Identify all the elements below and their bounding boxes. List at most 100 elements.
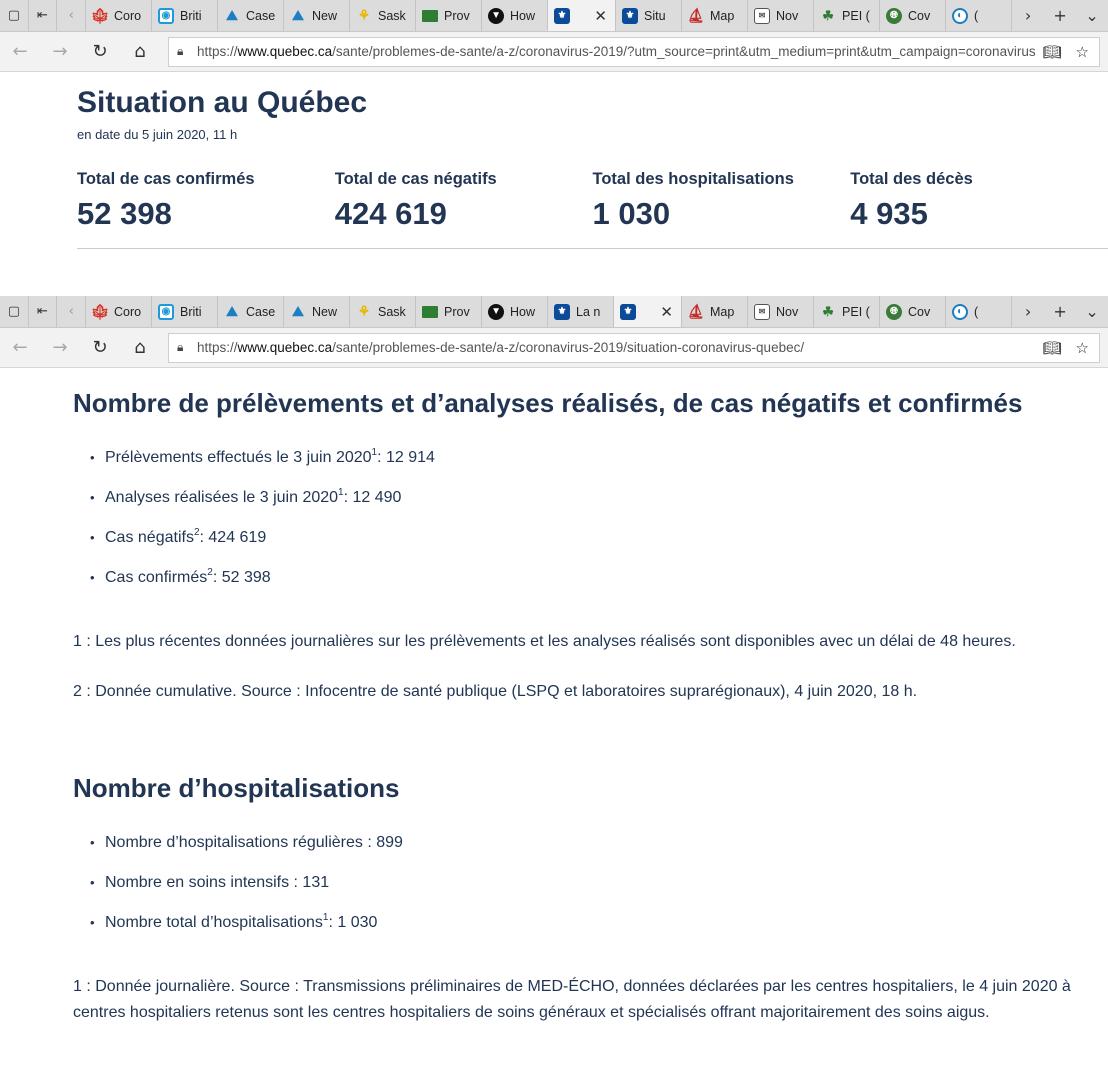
set-aside-tabs-icon[interactable]: ⇤ [29, 0, 58, 31]
stat-deaths: Total des décès 4 935 [850, 170, 1108, 232]
back-arrow-icon[interactable]: ← [0, 328, 40, 368]
favorite-star-icon[interactable]: ☆ [1076, 339, 1089, 357]
tab-list-chevron-down-icon[interactable]: ⌄ [1076, 6, 1108, 25]
ontario-icon: ▼ [488, 303, 505, 320]
tab-strip: 🍁︎ Coro ◉ Briti ⛰︎ Case ⛰︎ New ⚘ Sask Prov ▼ How ⚜ ✕ ⚜ S… [86, 0, 1013, 31]
tab[interactable]: ⛰︎ New [284, 296, 351, 327]
back-arrow-icon[interactable]: ← [0, 32, 40, 72]
tab[interactable]: ⛵︎ Map [682, 0, 749, 31]
pei-icon: ☘ [822, 7, 834, 23]
tab[interactable]: ☘ PEI ( [814, 296, 881, 327]
list-item: • Analyses réalisées le 3 juin 2020 1 : 12… [90, 487, 402, 506]
home-icon[interactable]: ⌂ [120, 328, 160, 368]
tab[interactable]: ⛰︎ Case [218, 0, 285, 31]
tab[interactable]: ⛵︎ Map [682, 296, 749, 327]
tab-list-chevron-down-icon[interactable]: ⌄ [1076, 302, 1108, 321]
new-brunswick-icon: ⛵︎ [687, 303, 705, 319]
situation-details-page: Nombre de prélèvements et d’analyses réa… [0, 368, 1108, 1080]
lock-icon: 🔒︎ [177, 340, 184, 354]
tab[interactable]: Prov [416, 296, 483, 327]
new-tab-icon[interactable]: + [1044, 6, 1076, 25]
list-item: • Nombre en soins intensifs : 131 [90, 874, 330, 891]
tab[interactable]: 🌐︎ Cov [880, 0, 947, 31]
tab[interactable]: ▼ How [482, 296, 549, 327]
tab[interactable]: ⚜ La n [548, 296, 615, 327]
scroll-tabs-left-icon[interactable]: ‹ [57, 296, 87, 327]
tab-label: How [510, 304, 536, 319]
url-input[interactable]: 🔒︎ https://www.quebec.ca/sante/problemes… [168, 36, 1100, 67]
alberta-icon: ⛰︎ [292, 303, 304, 319]
tab-label: Briti [180, 8, 202, 23]
quebec-fleurdelis-icon: ⚜ [554, 303, 571, 320]
close-tab-icon[interactable]: ✕ [660, 303, 673, 321]
globe-icon: 🌐︎ [886, 303, 903, 320]
scroll-tabs-right-icon[interactable]: › [1012, 302, 1044, 321]
tab[interactable]: ☘ PEI ( [814, 0, 881, 31]
tab-label: Cov [908, 8, 931, 23]
tab-label: New [312, 304, 338, 319]
globe-icon: 🌐︎ [886, 7, 903, 24]
tab-label: La n [576, 304, 601, 319]
tab-bar-window-2: ▢ ⇤ ‹ 🍁︎ Coro ◉ Briti ⛰︎ Case ⛰︎ New ⚘ Sask Prov ▼ H… [0, 296, 1108, 328]
quebec-fleurdelis-icon: ⚜ [622, 7, 639, 24]
manitoba-icon [422, 305, 439, 318]
reading-view-icon[interactable]: 📖︎ [1043, 43, 1062, 61]
tab[interactable]: ⛰︎ New [284, 0, 351, 31]
page-title: Situation au Québec [77, 86, 368, 119]
tab[interactable]: ⚜ ✕ [548, 0, 617, 31]
forward-arrow-icon[interactable]: → [40, 328, 80, 368]
footnote-hosp-line-1: 1 : Donnée journalière. Source : Transmi… [73, 978, 1071, 995]
new-tab-icon[interactable]: + [1044, 302, 1076, 321]
tab[interactable]: ⚜ Situ [616, 0, 683, 31]
reading-view-icon[interactable]: 📖︎ [1043, 339, 1062, 357]
refresh-icon[interactable]: ↻ [80, 32, 120, 72]
tab[interactable]: 🌐︎ Cov [880, 296, 947, 327]
tab-label: Nov [776, 8, 799, 23]
tab-strip: 🍁︎ Coro ◉ Briti ⛰︎ Case ⛰︎ New ⚘ Sask Prov ▼ How ⚜ La … [86, 296, 1013, 327]
forward-arrow-icon[interactable]: → [40, 32, 80, 72]
home-icon[interactable]: ⌂ [120, 32, 160, 72]
scroll-tabs-right-icon[interactable]: › [1012, 6, 1044, 25]
tab[interactable]: 🍁︎ Coro [86, 296, 153, 327]
stat-confirmed: Total de cas confirmés 52 398 [77, 170, 335, 232]
tab[interactable]: ⛰︎ Case [218, 296, 285, 327]
tab-label: ( [974, 8, 979, 23]
tests-list: • Prélèvements effectués le 3 juin 2020 1 … [90, 447, 435, 607]
nova-scotia-icon: ✉ [754, 7, 771, 24]
tab[interactable]: ⚘ Sask [350, 0, 417, 31]
tab-label: Map [710, 304, 735, 319]
scroll-tabs-left-icon[interactable]: ‹ [57, 0, 87, 31]
tab-label: Prov [444, 304, 470, 319]
stat-label: Total des décès [850, 170, 973, 188]
tab-bar-window-1: ▢ ⇤ ‹ 🍁︎ Coro ◉ Briti ⛰︎ Case ⛰︎ New ⚘ Sask Prov ▼ H… [0, 0, 1108, 32]
tab-overview-icon[interactable]: ▢ [0, 296, 29, 327]
tab[interactable]: ✉ Nov [748, 0, 815, 31]
list-item: • Cas négatifs 2 : 424 619 [90, 527, 267, 546]
tab[interactable]: ✉ Nov [748, 296, 815, 327]
tab[interactable]: ◉ Briti [152, 0, 219, 31]
tab[interactable]: ◉ Briti [152, 296, 219, 327]
tab-label: Coro [114, 304, 142, 319]
alberta-icon: ⛰︎ [292, 7, 304, 23]
url-text[interactable]: https://www.quebec.ca/sante/problemes-de… [197, 44, 1035, 59]
favorite-star-icon[interactable]: ☆ [1076, 43, 1089, 61]
tab-overview-icon[interactable]: ▢ [0, 0, 29, 31]
tab[interactable]: 🍁︎ Coro [86, 0, 153, 31]
url-input[interactable]: 🔒︎ https://www.quebec.ca/sante/problemes… [168, 332, 1100, 363]
tab[interactable]: ⚘ Sask [350, 296, 417, 327]
tab[interactable]: ◐( [946, 0, 1013, 31]
set-aside-tabs-icon[interactable]: ⇤ [29, 296, 58, 327]
tab-label: Cov [908, 304, 931, 319]
url-text[interactable]: https://www.quebec.ca/sante/problemes-de… [197, 340, 1035, 355]
tab[interactable]: ▼ How [482, 0, 549, 31]
update-date: en date du 5 juin 2020, 11 h [77, 127, 238, 142]
tab[interactable]: Prov [416, 0, 483, 31]
address-bar-window-1: ← → ↻ ⌂ 🔒︎ https://www.quebec.ca/sante/p… [0, 32, 1108, 72]
quebec-fleurdelis-icon: ⚜ [620, 303, 637, 320]
tab[interactable]: ⚜ ✕ [614, 296, 683, 327]
list-item: • Nombre total d’hospitalisations 1 : 1 03… [90, 912, 378, 931]
refresh-icon[interactable]: ↻ [80, 328, 120, 368]
close-tab-icon[interactable]: ✕ [594, 7, 607, 25]
tab[interactable]: ◐( [946, 296, 1013, 327]
saskatchewan-icon: ⚘ [357, 7, 371, 23]
